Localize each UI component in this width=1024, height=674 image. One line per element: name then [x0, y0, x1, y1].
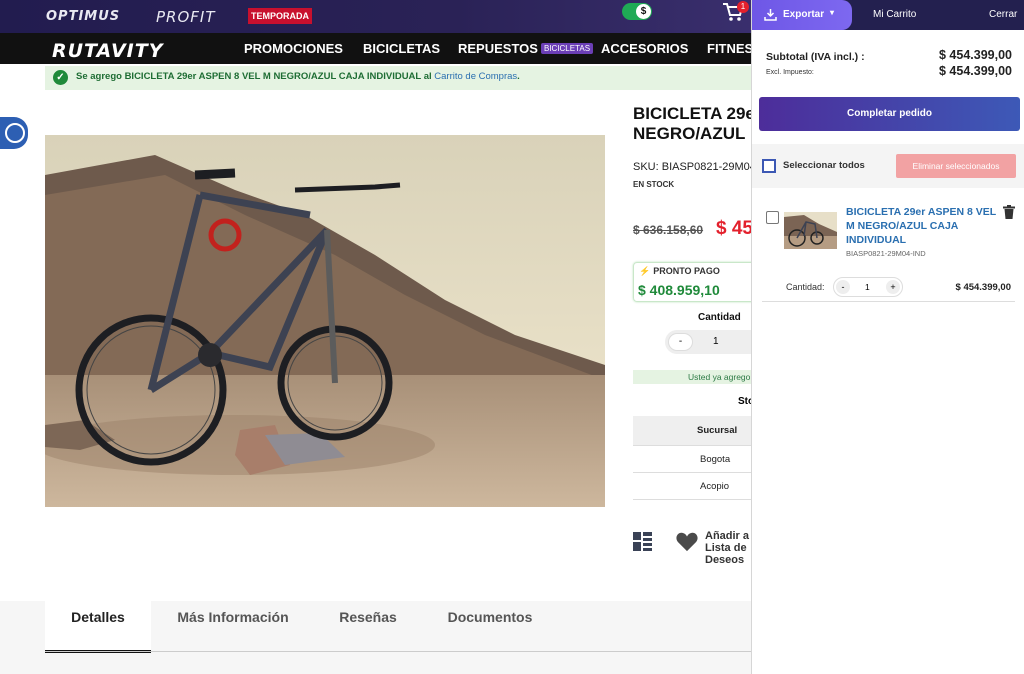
pronto-pago-text: PRONTO PAGO — [653, 266, 720, 276]
pronto-pago-label: ⚡ PRONTO PAGO — [639, 266, 720, 277]
cart-item-quantity-label: Cantidad: — [786, 282, 825, 292]
excl-tax-value: $ 454.399,00 — [939, 64, 1012, 78]
quantity-label: Cantidad — [698, 312, 741, 323]
excl-tax-label: Excl. Impuesto: — [766, 69, 814, 76]
export-button[interactable]: Exportar ▾ — [752, 0, 852, 30]
price-toggle[interactable]: $ — [622, 3, 652, 20]
brand-bar: OPTIMUS PROFIT TEMPORADA $ 1 — [0, 0, 760, 33]
cart-item-name[interactable]: BICICLETA 29er ASPEN 8 VEL M NEGRO/AZUL … — [846, 205, 996, 247]
cart-link[interactable]: Carrito de Compras — [434, 71, 517, 82]
nav-promociones[interactable]: PROMOCIONES — [244, 41, 343, 56]
nav-bicicletas[interactable]: BICICLETAS — [363, 41, 440, 56]
subtotal-label: Subtotal (IVA incl.) : — [766, 51, 865, 63]
compare-icon[interactable] — [633, 532, 652, 551]
subtotal-value: $ 454.399,00 — [939, 48, 1012, 62]
accessibility-button[interactable] — [0, 117, 28, 149]
cart-quantity-input[interactable]: 1 — [865, 282, 870, 292]
close-drawer-button[interactable]: Cerrar — [989, 9, 1017, 20]
item-thumbnail[interactable] — [784, 212, 837, 249]
page: OPTIMUS PROFIT TEMPORADA $ 1 RUTAVITY PR… — [0, 0, 1024, 674]
quantity-input[interactable]: 1 — [713, 336, 719, 347]
item-divider — [762, 301, 1015, 302]
tab-detalles[interactable]: Detalles — [45, 601, 151, 653]
drawer-title: Mi Carrito — [873, 9, 917, 20]
select-all-label[interactable]: Seleccionar todos — [783, 160, 865, 171]
success-message-text: Se agrego BICICLETA 29er ASPEN 8 VEL M N… — [76, 71, 432, 82]
product-image[interactable] — [45, 135, 605, 507]
dollar-icon: $ — [636, 4, 651, 19]
download-icon — [764, 9, 777, 21]
rutavity-logo[interactable]: RUTAVITY — [52, 40, 163, 62]
stock-status: EN STOCK — [633, 180, 675, 189]
cart-quantity-increase-button[interactable]: + — [886, 280, 900, 294]
nav-repuestos-label: REPUESTOS — [458, 41, 538, 56]
quantity-decrease-button[interactable]: - — [668, 333, 693, 351]
nav-repuestos-badge: BICICLETAS — [540, 43, 594, 54]
cart-item-sku: BIASP0821-29M04-IND — [846, 249, 926, 258]
cart-item-price: $ 454.399,00 — [955, 282, 1011, 293]
stock-table-header: Sucursal — [633, 416, 763, 446]
cart-count-badge: 1 — [737, 1, 749, 13]
cart-item-quantity-stepper: - 1 + — [833, 277, 903, 297]
accessibility-icon — [5, 123, 25, 143]
stock-row: Acopio — [633, 473, 763, 500]
chevron-down-icon: ▾ — [830, 8, 835, 17]
tabs-divider — [45, 651, 755, 652]
nav-accesorios[interactable]: ACCESORIOS — [601, 41, 688, 56]
remove-selected-button[interactable]: Eliminar seleccionados — [896, 154, 1016, 178]
temporada-badge[interactable]: TEMPORADA — [248, 8, 312, 24]
pronto-pago-box: ⚡ PRONTO PAGO $ 408.959,10 — [633, 262, 763, 302]
stock-row: Bogota — [633, 446, 763, 473]
item-checkbox[interactable] — [766, 211, 779, 224]
checkout-button[interactable]: Completar pedido — [759, 97, 1020, 131]
main-nav: RUTAVITY PROMOCIONES BICICLETAS REPUESTO… — [0, 33, 762, 64]
profit-logo[interactable]: PROFIT — [156, 8, 216, 26]
select-bar: Seleccionar todos Eliminar seleccionados — [752, 144, 1024, 188]
optimus-logo[interactable]: OPTIMUS — [46, 9, 120, 24]
cart-drawer: Exportar ▾ Mi Carrito Cerrar Subtotal (I… — [751, 0, 1024, 674]
nav-repuestos[interactable]: REPUESTOS BICICLETAS — [458, 41, 594, 56]
heart-icon[interactable] — [676, 532, 698, 552]
success-text: Se agrego BICICLETA 29er ASPEN 8 VEL M N… — [76, 71, 520, 82]
old-price: $ 636.158,60 — [633, 223, 704, 237]
cart-quantity-decrease-button[interactable]: - — [836, 280, 850, 294]
drawer-header: Exportar ▾ Mi Carrito Cerrar — [752, 0, 1024, 30]
pronto-pago-price: $ 408.959,10 — [638, 282, 720, 298]
check-icon: ✓ — [53, 70, 68, 85]
tab-mas-informacion[interactable]: Más Información — [160, 601, 306, 653]
product-sku: SKU: BIASP0821-29M04 — [633, 161, 756, 173]
tab-resenas[interactable]: Reseñas — [320, 601, 416, 653]
trash-icon[interactable] — [1003, 205, 1015, 219]
export-label: Exportar — [783, 9, 825, 20]
tab-documentos[interactable]: Documentos — [430, 601, 550, 653]
success-message-end: . — [517, 71, 520, 82]
already-added-note: Usted ya agrego — [633, 370, 763, 384]
lightning-icon: ⚡ — [639, 266, 651, 276]
cart-summary: Subtotal (IVA incl.) : $ 454.399,00 Excl… — [752, 30, 1024, 144]
select-all-checkbox[interactable] — [762, 159, 776, 173]
stock-table: Sucursal Bogota Acopio — [633, 416, 763, 500]
success-message: ✓ Se agrego BICICLETA 29er ASPEN 8 VEL M… — [45, 66, 755, 90]
